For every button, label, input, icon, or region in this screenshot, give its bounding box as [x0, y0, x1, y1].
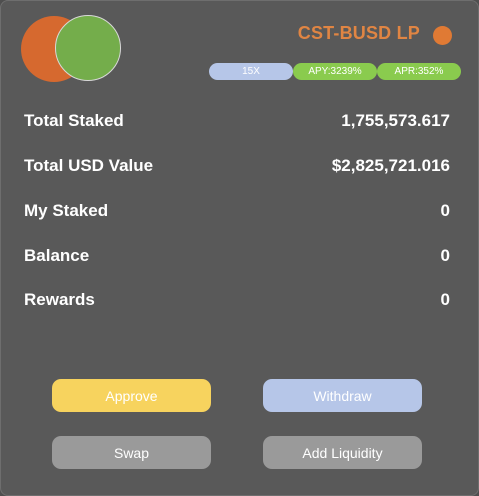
stat-value: $2,825,721.016 [331, 156, 450, 175]
token-pair-logos [21, 15, 123, 85]
stat-row-rewards: Rewards 0 [24, 290, 450, 314]
status-dot-icon [433, 26, 452, 45]
apy-badge: APY:3239% [293, 63, 377, 80]
withdraw-button[interactable]: Withdraw [263, 379, 422, 412]
stat-label: Balance [24, 246, 90, 265]
stat-row-my-staked: My Staked 0 [24, 201, 450, 225]
pool-badges: 15X APY:3239% APR:352% [209, 63, 461, 80]
stat-row-balance: Balance 0 [24, 246, 450, 270]
stat-value: 0 [440, 201, 450, 220]
pool-title: CST-BUSD LP [297, 23, 420, 43]
stat-row-total-staked: Total Staked 1,755,573.617 [24, 111, 450, 135]
add-liquidity-button[interactable]: Add Liquidity [263, 436, 422, 469]
apr-badge: APR:352% [377, 63, 461, 80]
farm-card: CST-BUSD LP 15X APY:3239% APR:352% Total… [0, 0, 479, 496]
stat-label: Rewards [24, 290, 95, 309]
green-token-icon [55, 15, 121, 81]
stat-label: My Staked [24, 201, 109, 220]
stat-label: Total USD Value [24, 156, 154, 175]
stat-label: Total Staked [24, 111, 124, 130]
multiplier-badge: 15X [209, 63, 293, 80]
swap-button[interactable]: Swap [52, 436, 211, 469]
stat-row-total-usd-value: Total USD Value $2,825,721.016 [24, 156, 450, 180]
stat-value: 0 [440, 290, 450, 309]
approve-button[interactable]: Approve [52, 379, 211, 412]
stat-value: 1,755,573.617 [341, 111, 450, 130]
stat-value: 0 [440, 246, 450, 265]
